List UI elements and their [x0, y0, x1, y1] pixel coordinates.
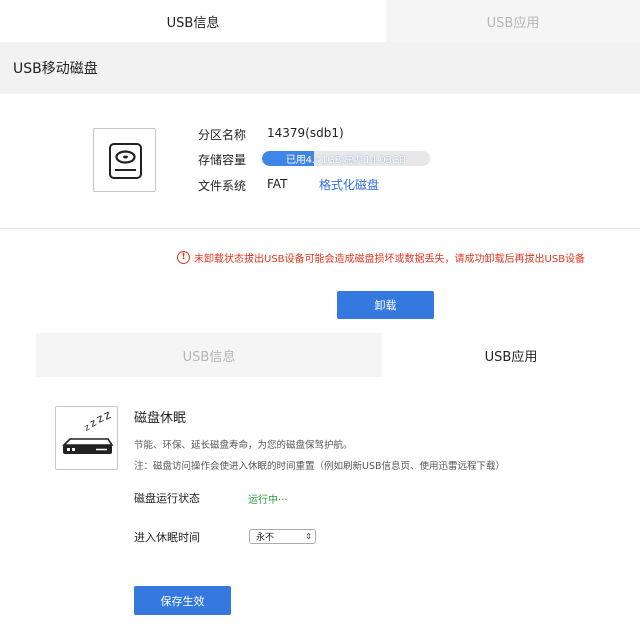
usb-disk-icon	[93, 128, 156, 192]
status-label: 磁盘运行状态	[134, 492, 200, 505]
section-header: USB移动磁盘	[0, 42, 640, 94]
partition-label: 分区名称	[198, 128, 247, 142]
unload-button[interactable]: 卸载	[337, 291, 434, 319]
select-arrows-icon: ⇕	[305, 532, 312, 541]
sleep-time-select[interactable]: 永不 ⇕	[249, 529, 316, 544]
capacity-progress-bar: 已用4.41GB/总共14.03GB	[262, 151, 430, 166]
save-button[interactable]: 保存生效	[134, 586, 231, 615]
tab-usb-info[interactable]: USB信息	[0, 0, 386, 42]
top-tab-bar: USB信息 USB应用	[0, 0, 640, 42]
divider	[0, 228, 640, 229]
warning-text: 未卸载状态拔出USB设备可能会造成磁盘损坏或数据丢失，请成功卸载后再拔出USB设…	[194, 254, 586, 265]
bottom-tab-bar: USB信息 USB应用	[0, 333, 640, 377]
unplug-warning: ! 未卸载状态拔出USB设备可能会造成磁盘损坏或数据丢失，请成功卸载后再拔出US…	[177, 250, 585, 265]
format-disk-link[interactable]: 格式化磁盘	[319, 176, 379, 193]
sleep-description: 节能、环保、延长磁盘寿命，为您的磁盘保驾护航。	[134, 440, 353, 451]
sleep-time-value: 永不	[256, 533, 275, 543]
filesystem-label: 文件系统	[198, 179, 247, 193]
sleep-note: 注：磁盘访问操作会使进入休眠的时间重置（例如刷新USB信息页、使用迅雷远程下载）	[134, 461, 506, 472]
capacity-text: 已用4.41GB/总共14.03GB	[286, 155, 406, 166]
status-value: 运行中···	[248, 495, 288, 506]
tab-usb-app-2[interactable]: USB应用	[382, 333, 640, 377]
partition-value: 14379(sdb1)	[267, 126, 344, 140]
tab-usb-info-2[interactable]: USB信息	[36, 333, 382, 377]
tab-usb-app[interactable]: USB应用	[386, 0, 640, 42]
filesystem-value: FAT	[267, 177, 288, 191]
sleep-title: 磁盘休眠	[134, 411, 187, 426]
capacity-label: 存储容量	[198, 153, 247, 167]
sleep-time-label: 进入休眠时间	[134, 531, 200, 544]
warning-icon: !	[177, 251, 190, 264]
section-title: USB移动磁盘	[13, 61, 98, 77]
disk-sleep-icon: z z z z	[55, 406, 118, 470]
